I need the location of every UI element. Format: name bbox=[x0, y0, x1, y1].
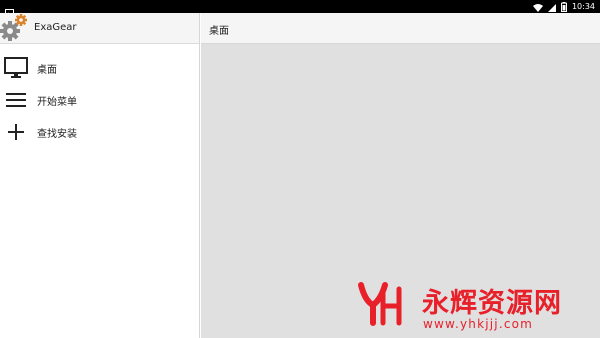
menu-item-desktop[interactable]: 桌面 bbox=[0, 52, 200, 84]
exagear-gears-logo-icon bbox=[0, 13, 28, 43]
watermark: 永辉资源网 www.yhkjjj.com bbox=[355, 279, 595, 335]
menu-icon bbox=[4, 88, 28, 112]
clock-time: 10:34 bbox=[571, 2, 595, 11]
app-name: ExaGear bbox=[34, 22, 77, 33]
menu-item-label: 桌面 bbox=[37, 65, 57, 76]
yh-logo-icon bbox=[355, 279, 405, 329]
drawer-menu: 桌面 开始菜单 查找安装 bbox=[0, 52, 200, 148]
status-bar: 10:34 bbox=[0, 0, 600, 17]
navigation-drawer: ExaGear 桌面 开始菜单 查找安装 bbox=[0, 13, 200, 338]
menu-item-start-menu[interactable]: 开始菜单 bbox=[0, 84, 200, 116]
menu-item-label: 开始菜单 bbox=[37, 97, 77, 108]
menu-item-label: 查找安装 bbox=[37, 129, 77, 140]
content-toolbar: 桌面 bbox=[201, 13, 600, 44]
monitor-icon bbox=[4, 56, 28, 80]
drawer-header: ExaGear bbox=[0, 13, 199, 44]
menu-item-find-install[interactable]: 查找安装 bbox=[0, 116, 200, 148]
plus-icon bbox=[4, 120, 28, 144]
watermark-title: 永辉资源网 bbox=[422, 288, 562, 319]
watermark-url: www.yhkjjj.com bbox=[423, 317, 534, 331]
page-title: 桌面 bbox=[209, 26, 229, 37]
